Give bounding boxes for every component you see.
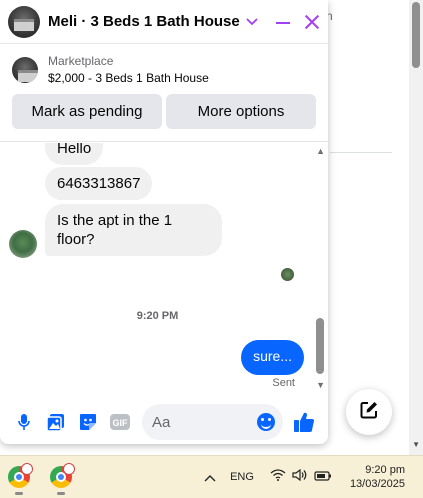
taskbar: ENG 9:20 pm 13/03/2025 <box>0 455 423 498</box>
volume-icon[interactable] <box>292 468 308 486</box>
message-input-container[interactable] <box>142 404 283 440</box>
show-hidden-icons-button[interactable] <box>204 469 216 485</box>
sender-avatar[interactable] <box>9 230 37 258</box>
message-timestamp: 9:20 PM <box>136 310 179 322</box>
image-icon[interactable] <box>45 411 67 433</box>
clock-date: 13/03/2025 <box>349 478 405 490</box>
message-bubble-incoming[interactable]: 6463313867 <box>45 167 153 200</box>
message-scrollbar-thumb[interactable] <box>316 318 324 374</box>
microphone-icon[interactable] <box>13 411 35 433</box>
seen-indicator-avatar <box>281 268 294 281</box>
taskbar-chrome-profile-1[interactable] <box>4 462 34 495</box>
message-bubble-incoming[interactable]: Is the apt in the 1 floor? <box>45 204 222 256</box>
chat-window: Meli · 3 Beds 1 Bath House Marketplace $… <box>0 0 328 444</box>
running-indicator <box>15 492 23 495</box>
mark-as-pending-button[interactable]: Mark as pending <box>12 94 162 129</box>
minimize-button[interactable] <box>276 12 290 32</box>
compose-icon <box>359 400 379 425</box>
chat-title[interactable]: Meli · 3 Beds 1 Bath House <box>48 13 240 30</box>
page-scrollbar-thumb[interactable] <box>412 2 420 68</box>
message-status: Sent <box>272 377 295 389</box>
emoji-icon[interactable] <box>257 413 275 431</box>
sticker-icon[interactable] <box>77 411 99 433</box>
clock-time: 9:20 pm <box>365 464 405 476</box>
close-icon[interactable] <box>304 14 320 30</box>
chevron-down-icon[interactable] <box>246 15 258 29</box>
listing-label: Marketplace <box>48 54 114 68</box>
like-icon[interactable] <box>293 411 315 433</box>
language-indicator[interactable]: ENG <box>230 471 254 483</box>
marketplace-listing: Marketplace $2,000 - 3 Beds 1 Bath House… <box>0 44 328 142</box>
wifi-icon[interactable] <box>270 468 286 486</box>
more-options-button[interactable]: More options <box>166 94 316 129</box>
battery-icon[interactable] <box>314 468 332 486</box>
message-input[interactable] <box>152 413 257 431</box>
profile-badge-icon <box>63 463 75 475</box>
scroll-down-arrow-icon[interactable]: ▼ <box>316 380 325 390</box>
scroll-down-arrow-icon[interactable]: ▼ <box>412 440 420 449</box>
message-composer: GIF <box>0 400 328 444</box>
message-list: Hello 6463313867 Is the apt in the 1 flo… <box>0 143 328 392</box>
avatar[interactable] <box>8 5 40 38</box>
gif-icon[interactable]: GIF <box>109 411 131 433</box>
listing-title[interactable]: $2,000 - 3 Beds 1 Bath House <box>48 71 209 85</box>
scroll-up-arrow-icon[interactable]: ▲ <box>316 146 325 156</box>
new-message-button[interactable] <box>346 389 392 435</box>
svg-text:GIF: GIF <box>113 418 129 428</box>
taskbar-chrome-profile-2[interactable] <box>46 462 76 495</box>
profile-badge-icon <box>21 463 33 475</box>
listing-thumbnail[interactable] <box>12 56 38 83</box>
page-scrollbar[interactable]: ▼ <box>409 0 423 455</box>
chat-header[interactable]: Meli · 3 Beds 1 Bath House <box>0 0 328 44</box>
message-bubble-incoming[interactable]: Hello <box>45 143 104 165</box>
message-bubble-outgoing[interactable]: sure... <box>241 340 304 375</box>
clock[interactable]: 9:20 pm 13/03/2025 <box>350 463 405 491</box>
minimize-icon <box>276 21 290 24</box>
system-tray[interactable] <box>270 468 332 486</box>
running-indicator <box>57 492 65 495</box>
background-divider <box>330 152 392 153</box>
